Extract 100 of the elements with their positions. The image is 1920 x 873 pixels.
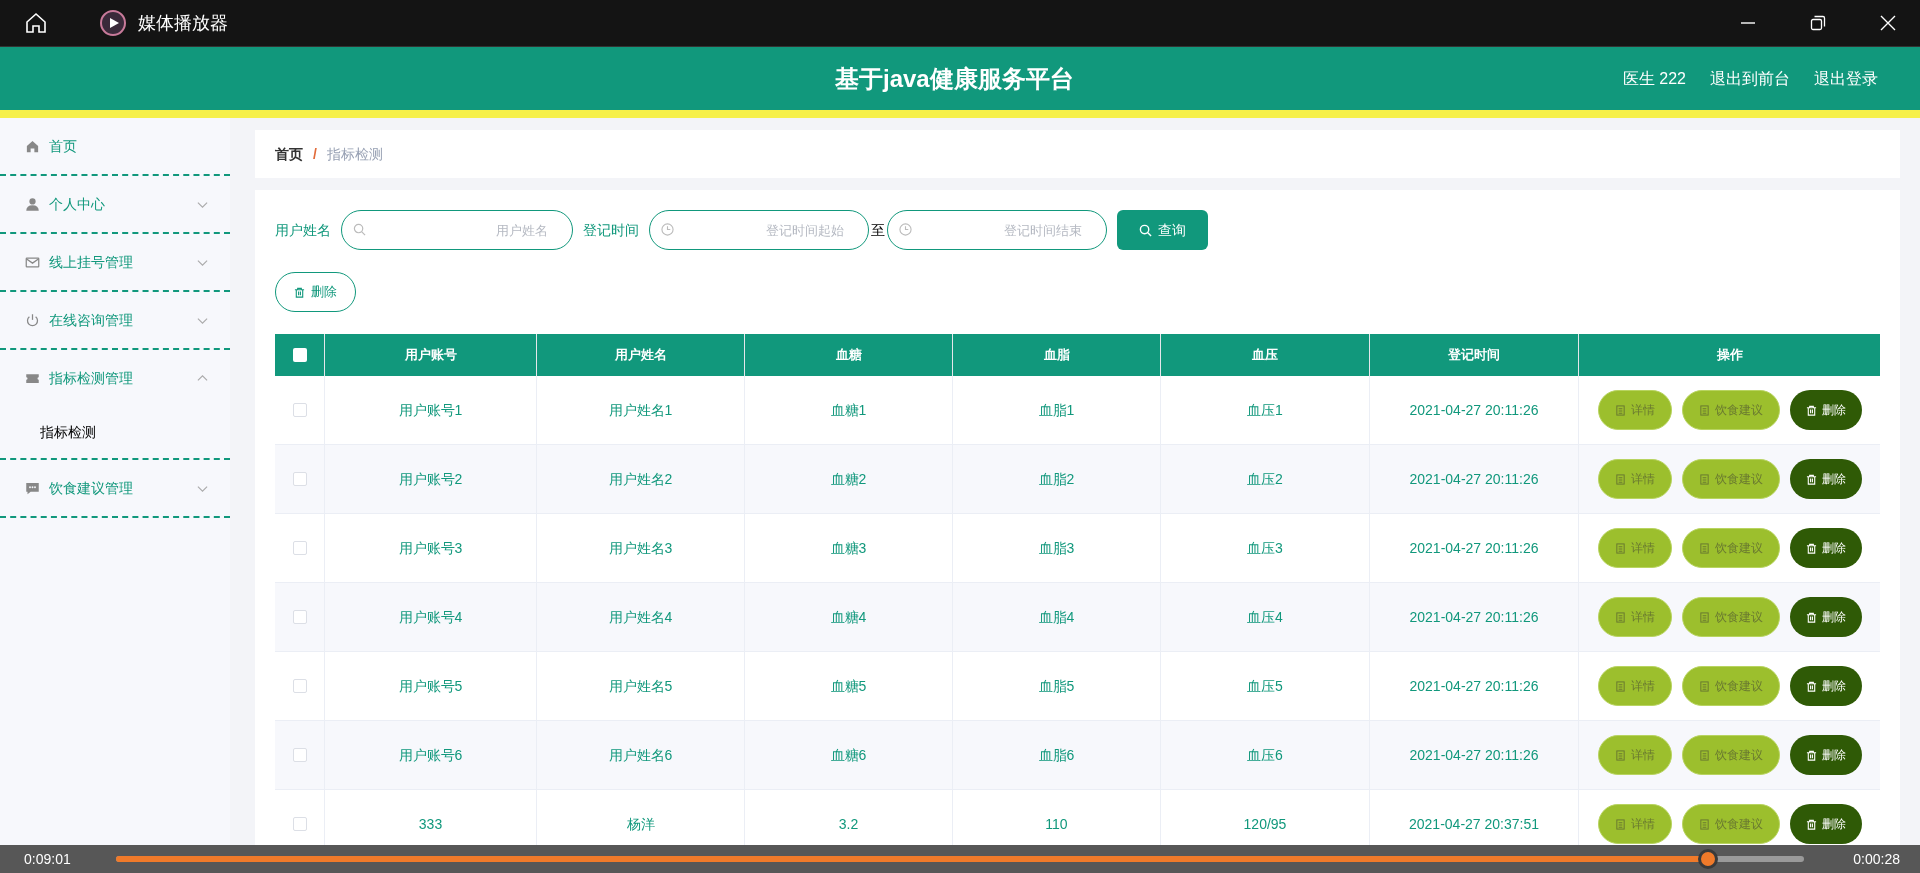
submenu-item[interactable]: 指标检测 — [0, 406, 230, 458]
header-link[interactable]: 医生 222 — [1622, 66, 1686, 91]
document-icon — [1614, 680, 1626, 692]
sidebar-item[interactable]: 线上挂号管理 — [0, 234, 230, 290]
table-cell-text: 2021-04-27 20:11:26 — [1409, 538, 1539, 558]
table-cell-text: 用户账号5 — [398, 676, 463, 696]
details-button[interactable]: 详情 — [1597, 804, 1672, 844]
close-icon[interactable] — [1880, 15, 1896, 31]
breadcrumb-link[interactable]: 首页 — [275, 143, 303, 165]
table-cell-text: 血压6 — [1247, 745, 1283, 765]
clock-icon — [661, 223, 674, 236]
document-icon — [1698, 404, 1710, 416]
diet-advice-button[interactable]: 饮食建议 — [1681, 459, 1780, 499]
diet-advice-button[interactable]: 饮食建议 — [1681, 666, 1780, 706]
sidebar-item[interactable]: 个人中心 — [0, 176, 230, 232]
table-cell-text: 血糖3 — [830, 538, 867, 558]
table-cell-text: 用户账号6 — [398, 745, 463, 765]
restore-icon[interactable] — [1810, 15, 1826, 31]
column-header[interactable]: 操作 — [1579, 334, 1880, 376]
diet-advice-button[interactable]: 饮食建议 — [1681, 804, 1780, 844]
row-checkbox[interactable] — [292, 748, 307, 762]
delete-button[interactable]: 删除 — [1789, 528, 1862, 568]
row-checkbox[interactable] — [292, 472, 307, 486]
table-cell-text: 用户账号4 — [398, 607, 463, 627]
header-link[interactable]: 退出到前台 — [1710, 66, 1790, 91]
app-title: 媒体播放器 — [138, 11, 228, 35]
table-cell-text: 2021-04-27 20:11:26 — [1409, 676, 1539, 696]
delete-button[interactable]: 删除 — [1789, 390, 1862, 430]
table-cell-text: 血糖5 — [830, 676, 867, 696]
trash-icon — [1805, 611, 1817, 623]
diet-advice-button[interactable]: 饮食建议 — [1681, 735, 1780, 775]
table-cell-text: 血压5 — [1247, 676, 1283, 696]
breadcrumb-current: 指标检测 — [326, 144, 383, 164]
details-button[interactable]: 详情 — [1597, 597, 1672, 637]
details-button[interactable]: 详情 — [1597, 735, 1672, 775]
row-checkbox[interactable] — [292, 817, 307, 831]
progress-thumb[interactable] — [1697, 849, 1718, 869]
sidebar-label: 饮食建议管理 — [49, 478, 134, 498]
table-cell-text: 2021-04-27 20:37:51 — [1409, 814, 1539, 834]
sidebar-label: 在线咨询管理 — [49, 310, 134, 330]
diet-advice-button[interactable]: 饮食建议 — [1681, 597, 1780, 637]
delete-button[interactable]: 删除 — [1789, 459, 1862, 499]
details-button[interactable]: 详情 — [1597, 666, 1672, 706]
search-icon — [1139, 223, 1152, 237]
search-button[interactable]: 查询 — [1117, 210, 1208, 250]
trash-icon — [1805, 404, 1817, 416]
trash-icon — [1805, 542, 1817, 554]
date-field[interactable]: 登记时间起始 — [649, 210, 869, 250]
document-icon — [1698, 818, 1710, 830]
document-icon — [1698, 542, 1710, 554]
row-checkbox[interactable] — [292, 610, 307, 624]
document-icon — [1614, 611, 1626, 623]
row-checkbox[interactable] — [292, 403, 307, 417]
sidebar-label: 个人中心 — [49, 194, 106, 214]
table-cell-text: 用户姓名4 — [608, 607, 673, 627]
document-icon — [1614, 404, 1626, 416]
table-cell-text: 用户姓名3 — [608, 538, 673, 558]
delete-button[interactable]: 删除 — [1789, 804, 1862, 844]
delete-button[interactable]: 删除 — [1789, 597, 1862, 637]
sidebar-item[interactable]: 首页 — [0, 118, 230, 174]
sidebar-item[interactable]: 在线咨询管理 — [0, 292, 230, 348]
table-cell-text: 血压4 — [1247, 607, 1283, 627]
sidebar-item[interactable]: 饮食建议管理 — [0, 460, 230, 516]
field-label: 用户姓名 — [275, 220, 331, 240]
table-cell-text: 2021-04-27 20:11:26 — [1409, 469, 1539, 489]
table-cell-text: 血压2 — [1247, 469, 1283, 489]
trash-icon — [1805, 680, 1817, 692]
header-link[interactable]: 退出登录 — [1814, 66, 1878, 91]
progress-track[interactable] — [116, 849, 1804, 869]
row-checkbox[interactable] — [292, 541, 307, 555]
home-icon[interactable] — [24, 11, 48, 35]
row-checkbox[interactable] — [292, 679, 307, 693]
site-title: 基于java健康服务平台 — [835, 63, 1074, 94]
table-cell-text: 血压1 — [1247, 400, 1283, 420]
delete-button[interactable]: 删除 — [275, 272, 356, 312]
details-button[interactable]: 详情 — [1597, 528, 1672, 568]
date-field[interactable]: 登记时间结束 — [887, 210, 1107, 250]
search-icon — [353, 223, 366, 236]
delete-button[interactable]: 删除 — [1789, 735, 1862, 775]
name-field[interactable]: 用户姓名 — [341, 210, 573, 250]
table-cell-text: 用户账号3 — [398, 538, 463, 558]
delete-button[interactable]: 删除 — [1789, 666, 1862, 706]
details-button[interactable]: 详情 — [1597, 390, 1672, 430]
table-cell-text: 110 — [1045, 814, 1068, 834]
table-cell-text: 血压3 — [1247, 538, 1283, 558]
document-icon — [1698, 473, 1710, 485]
home-icon — [25, 138, 40, 154]
table-cell-text: 2021-04-27 20:11:26 — [1409, 400, 1539, 420]
table-cell-text: 血糖2 — [830, 469, 867, 489]
table-cell-text: 血脂5 — [1038, 676, 1075, 696]
table-cell-text: 杨洋 — [626, 814, 655, 834]
diet-advice-button[interactable]: 饮食建议 — [1681, 390, 1780, 430]
diet-advice-button[interactable]: 饮食建议 — [1681, 528, 1780, 568]
table-cell-text: 血脂3 — [1038, 538, 1075, 558]
trash-icon — [1805, 473, 1817, 485]
details-button[interactable]: 详情 — [1597, 459, 1672, 499]
field-label: 登记时间 — [583, 220, 639, 240]
sidebar-item[interactable]: 指标检测管理 — [0, 350, 230, 406]
select-all-checkbox[interactable] — [292, 348, 307, 362]
table-cell-text: 血糖4 — [830, 607, 867, 627]
